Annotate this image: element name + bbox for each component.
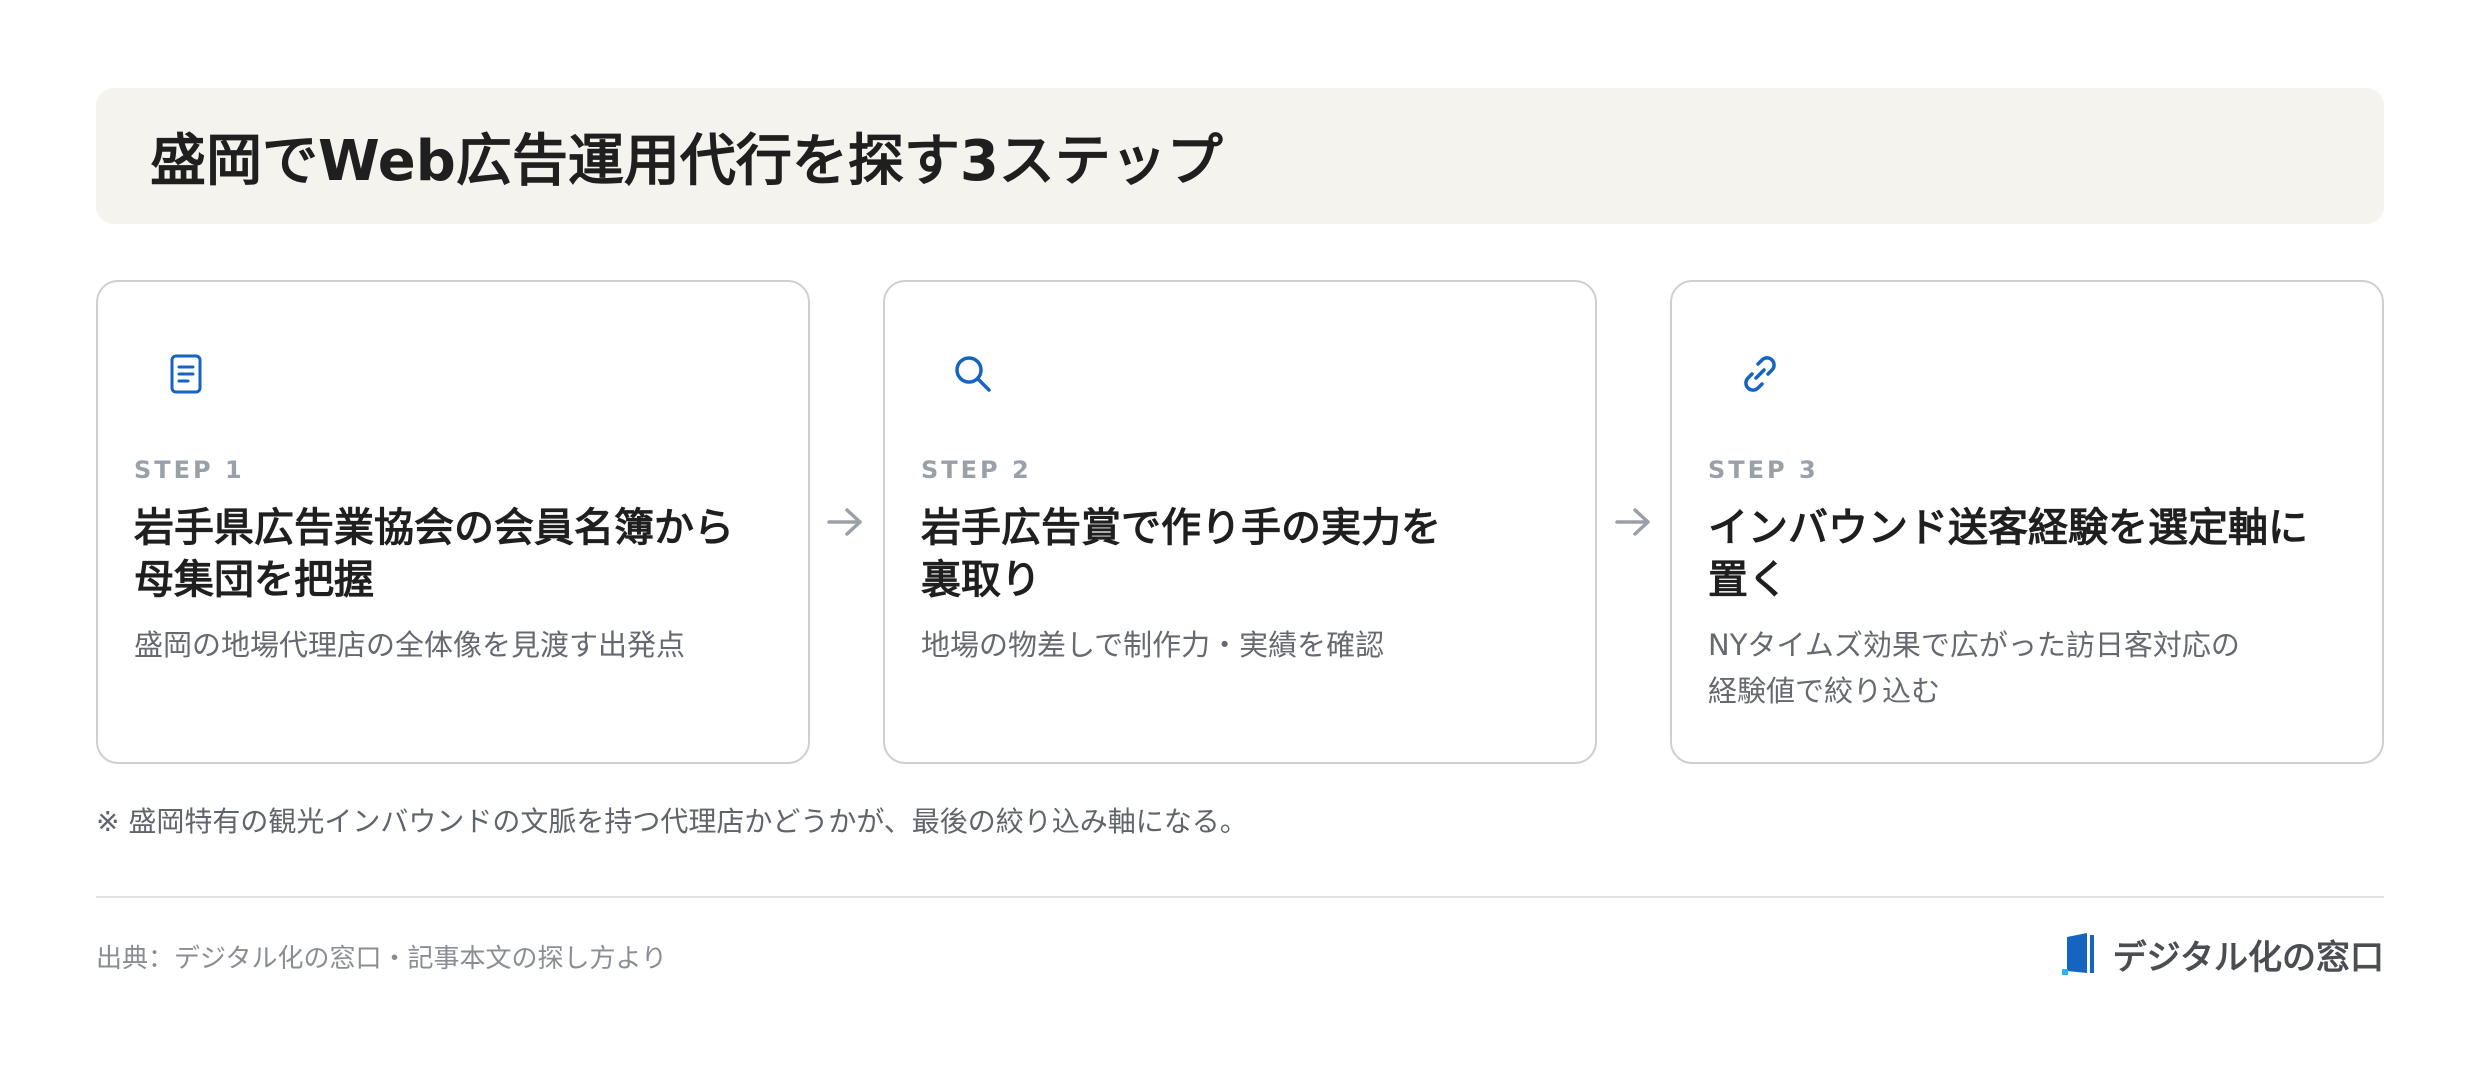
step-title-line: 裏取り	[921, 557, 1041, 603]
step-label: STEP 1	[134, 456, 245, 484]
step-title-line: 岩手広告賞で作り手の実力を	[921, 505, 1441, 551]
step-title-line: 置く	[1708, 557, 1788, 603]
step-label: STEP 3	[1708, 456, 1819, 484]
page-title: 盛岡でWeb広告運用代行を探す3ステップ	[150, 128, 1223, 194]
arrow-right-icon	[1615, 508, 1650, 536]
step-description-line: 経験値で絞り込む	[1708, 674, 1941, 708]
link-icon	[1744, 356, 1776, 392]
step-description-line: 地場の物差しで制作力・実績を確認	[921, 628, 1385, 662]
document-icon	[170, 354, 202, 394]
step-description-line: 盛岡の地場代理店の全体像を見渡す出発点	[134, 628, 686, 662]
step-card-2: STEP 2 岩手広告賞で作り手の実力を 裏取り 地場の物差しで制作力・実績を確…	[883, 280, 1597, 764]
header-banner: 盛岡でWeb広告運用代行を探す3ステップ	[96, 88, 2384, 224]
arrow-right-icon	[827, 508, 862, 536]
step-card-1: STEP 1 岩手県広告業協会の会員名簿から 母集団を把握 盛岡の地場代理店の全…	[96, 280, 810, 764]
brand-mark: デジタル化の窓口	[2059, 930, 2384, 978]
step-description: 盛岡の地場代理店の全体像を見渡す出発点	[134, 622, 734, 668]
brand-logo-icon	[2061, 933, 2094, 975]
step-title: 岩手広告賞で作り手の実力を 裏取り	[921, 502, 1561, 606]
step-title-line: インバウンド送客経験を選定軸に	[1708, 505, 2308, 551]
step-title-line: 母集団を把握	[134, 557, 374, 603]
step-description: 地場の物差しで制作力・実績を確認	[921, 622, 1521, 668]
step-title: 岩手県広告業協会の会員名簿から 母集団を把握	[134, 502, 774, 606]
step-description-line: NYタイムズ効果で広がった訪日客対応の	[1708, 628, 2240, 662]
step-title: インバウンド送客経験を選定軸に 置く	[1708, 502, 2348, 606]
step-label: STEP 2	[921, 456, 1032, 484]
step-title-line: 岩手県広告業協会の会員名簿から	[134, 505, 734, 551]
step-description: NYタイムズ効果で広がった訪日客対応の 経験値で絞り込む	[1708, 622, 2308, 714]
footnote: ※ 盛岡特有の観光インバウンドの文脈を持つ代理店かどうかが、最後の絞り込み軸にな…	[96, 805, 1248, 838]
step-card-3: STEP 3 インバウンド送客経験を選定軸に 置く NYタイムズ効果で広がった訪…	[1670, 280, 2384, 764]
divider	[96, 896, 2384, 898]
source-citation: 出典：デジタル化の窓口・記事本文の探し方より	[96, 944, 667, 974]
search-icon	[955, 356, 991, 392]
steps-container: STEP 1 岩手県広告業協会の会員名簿から 母集団を把握 盛岡の地場代理店の全…	[96, 280, 2384, 764]
brand-name: デジタル化の窓口	[2112, 937, 2384, 978]
